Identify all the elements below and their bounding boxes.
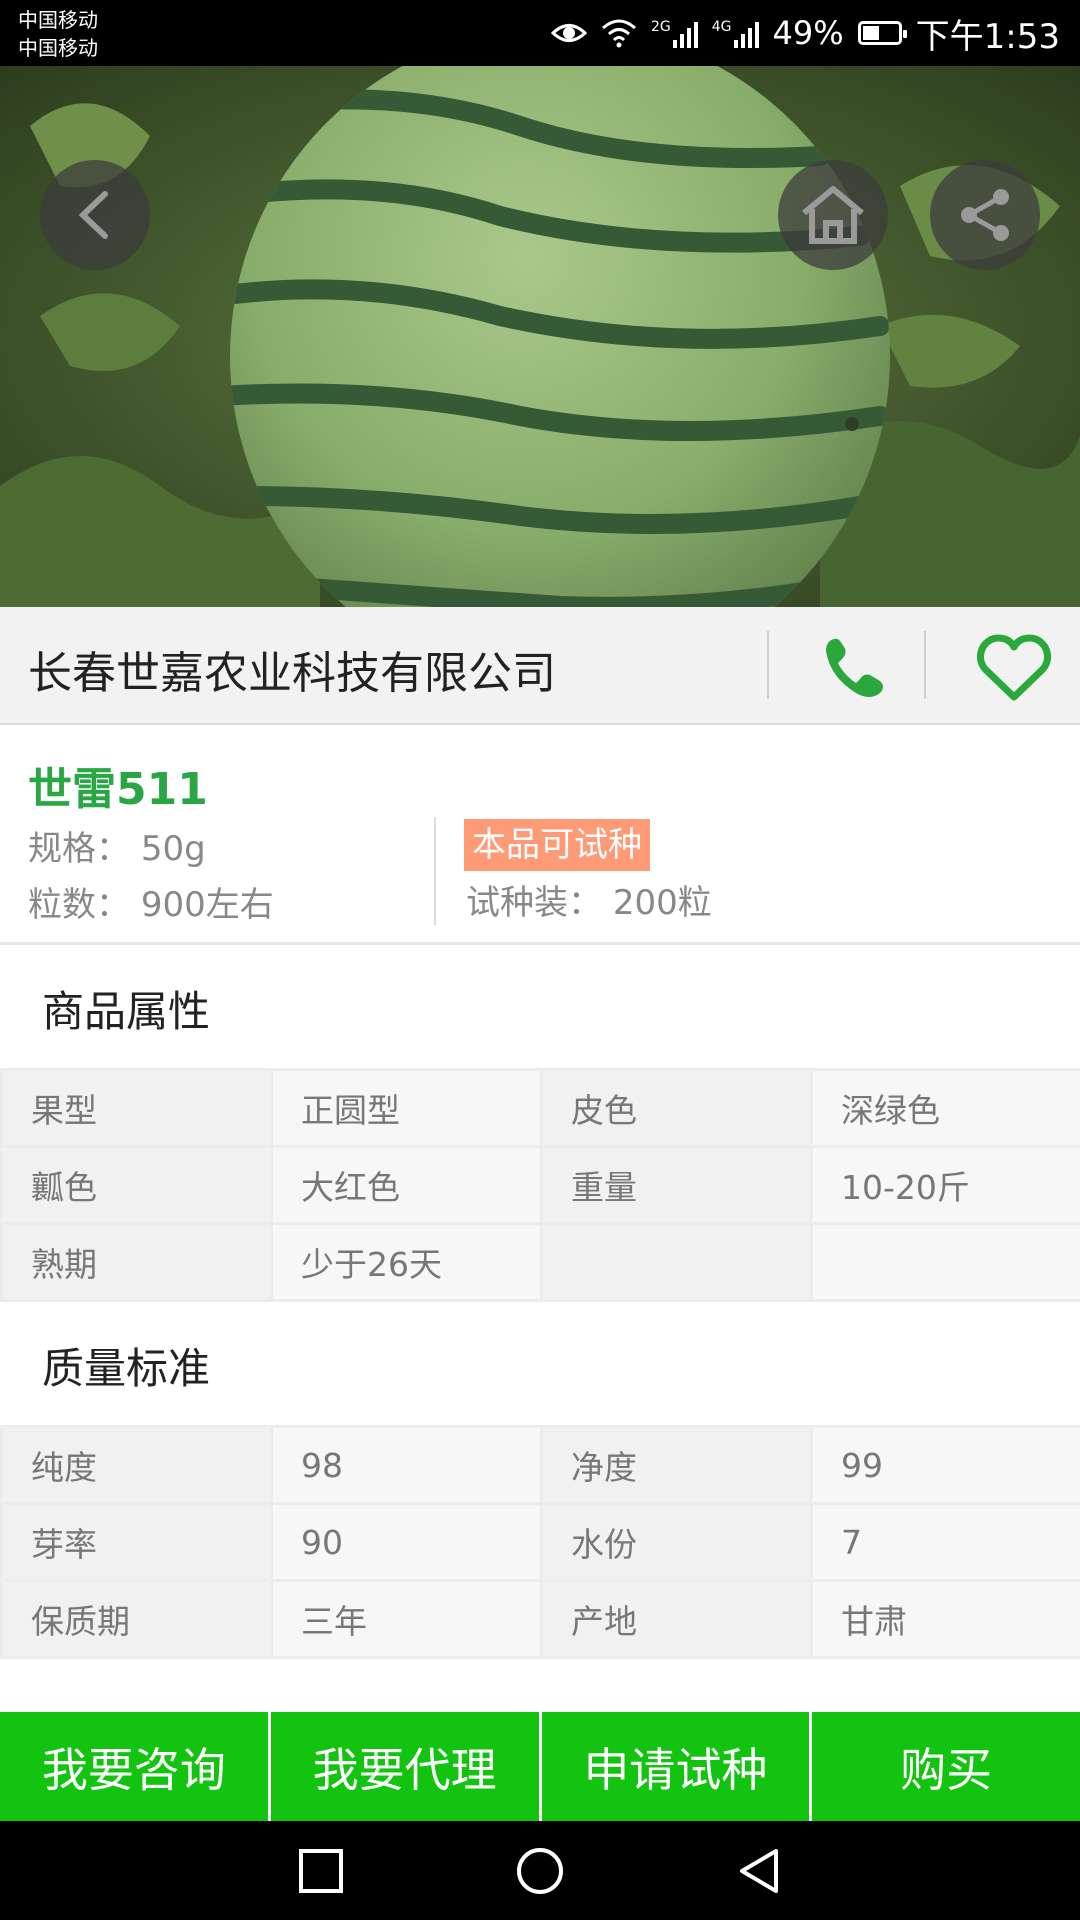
eye-icon xyxy=(550,24,587,42)
status-bar: 中国移动 中国移动 2G 4G 49% 下午1:53 xyxy=(0,0,1080,66)
attr-key: 熟期 xyxy=(0,1222,273,1302)
quality-title: 质量标准 xyxy=(42,1344,211,1393)
quality-key: 产地 xyxy=(540,1579,813,1659)
clock: 下午1:53 xyxy=(915,16,1060,57)
network-2g-label: 2G xyxy=(650,19,671,35)
apply-trial-button[interactable]: 申请试种 xyxy=(541,1712,810,1821)
quality-value: 99 xyxy=(810,1425,1080,1505)
seeds-value: 900左右 xyxy=(140,885,274,925)
carrier-info: 中国移动 中国移动 xyxy=(18,6,98,62)
wifi-icon xyxy=(601,19,636,48)
trial-pack-label: 试种装： xyxy=(466,883,602,923)
battery-icon xyxy=(857,21,907,45)
quality-table: 纯度 98 净度 99 芽率 90 水份 7 保质期 三年 产地 甘肃 xyxy=(0,1425,1080,1659)
product-hero-image xyxy=(0,66,1080,607)
attributes-title: 商品属性 xyxy=(42,987,211,1036)
home-button[interactable] xyxy=(778,160,888,270)
quality-value: 98 xyxy=(270,1425,543,1505)
attr-value: 少于26天 xyxy=(270,1222,543,1302)
company-name[interactable]: 长春世嘉农业科技有限公司 xyxy=(28,637,556,701)
buy-button[interactable]: 购买 xyxy=(812,1712,1080,1821)
divider xyxy=(434,817,436,925)
attr-value: 正圆型 xyxy=(270,1068,543,1148)
home-circle-icon[interactable] xyxy=(515,1846,565,1896)
divider xyxy=(767,631,769,699)
divider xyxy=(924,631,926,699)
quality-value: 7 xyxy=(810,1502,1080,1582)
attr-key: 瓤色 xyxy=(0,1145,273,1225)
table-row: 瓤色 大红色 重量 10-20斤 xyxy=(0,1145,1080,1225)
seeds-label: 粒数： xyxy=(28,885,130,925)
quality-value: 三年 xyxy=(270,1579,543,1659)
quality-key: 芽率 xyxy=(0,1502,273,1582)
trial-pack-line: 试种装： 200粒 xyxy=(466,875,712,924)
attr-value xyxy=(810,1222,1080,1302)
attr-key: 重量 xyxy=(540,1145,813,1225)
carrier-2: 中国移动 xyxy=(18,36,98,60)
spec-line: 规格： 50g xyxy=(28,821,206,870)
attr-key: 果型 xyxy=(0,1068,273,1148)
carrier-1: 中国移动 xyxy=(18,8,98,32)
back-triangle-icon[interactable] xyxy=(734,1846,784,1896)
signal-icon: 2G 4G xyxy=(651,18,759,48)
network-4g-label: 4G xyxy=(711,19,732,35)
company-bar: 长春世嘉农业科技有限公司 xyxy=(0,607,1080,725)
quality-key: 水份 xyxy=(540,1502,813,1582)
share-button[interactable] xyxy=(930,160,1040,270)
attr-key xyxy=(540,1222,813,1302)
system-nav-bar xyxy=(0,1821,1080,1920)
attr-value: 深绿色 xyxy=(810,1068,1080,1148)
table-row: 保质期 三年 产地 甘肃 xyxy=(0,1579,1080,1659)
table-row: 熟期 少于26天 xyxy=(0,1222,1080,1302)
quality-value: 90 xyxy=(270,1502,543,1582)
attr-value: 10-20斤 xyxy=(810,1145,1080,1225)
phone-icon[interactable] xyxy=(820,633,890,703)
quality-key: 保质期 xyxy=(0,1579,273,1659)
consult-button[interactable]: 我要咨询 xyxy=(0,1712,268,1821)
back-button[interactable] xyxy=(40,160,150,270)
heart-icon[interactable] xyxy=(975,633,1053,703)
back-icon xyxy=(78,191,108,239)
watermelon-image xyxy=(0,66,1080,607)
share-icon xyxy=(961,189,1009,241)
product-info: 世雷511 规格： 50g 粒数： 900左右 本品可试种 试种装： 200粒 xyxy=(0,725,1080,945)
attr-key: 皮色 xyxy=(540,1068,813,1148)
attributes-table: 果型 正圆型 皮色 深绿色 瓤色 大红色 重量 10-20斤 熟期 少于26天 xyxy=(0,1068,1080,1302)
agent-button[interactable]: 我要代理 xyxy=(270,1712,539,1821)
product-name: 世雷511 xyxy=(28,764,208,815)
bottom-action-bar: 我要咨询 我要代理 申请试种 购买 xyxy=(0,1712,1080,1821)
table-row: 果型 正圆型 皮色 深绿色 xyxy=(0,1068,1080,1148)
home-icon xyxy=(802,186,864,244)
quality-key: 净度 xyxy=(540,1425,813,1505)
seeds-line: 粒数： 900左右 xyxy=(28,877,274,926)
trial-pack-value: 200粒 xyxy=(612,883,712,923)
status-icons: 2G 4G 49% 下午1:53 xyxy=(550,10,1060,57)
quality-key: 纯度 xyxy=(0,1425,273,1505)
trial-badge: 本品可试种 xyxy=(464,819,650,871)
recent-apps-icon[interactable] xyxy=(296,1846,346,1896)
spec-value: 50g xyxy=(140,829,206,869)
battery-percent: 49% xyxy=(772,14,844,52)
table-row: 纯度 98 净度 99 xyxy=(0,1425,1080,1505)
quality-value: 甘肃 xyxy=(810,1579,1080,1659)
spec-label: 规格： xyxy=(28,829,130,869)
table-row: 芽率 90 水份 7 xyxy=(0,1502,1080,1582)
attr-value: 大红色 xyxy=(270,1145,543,1225)
